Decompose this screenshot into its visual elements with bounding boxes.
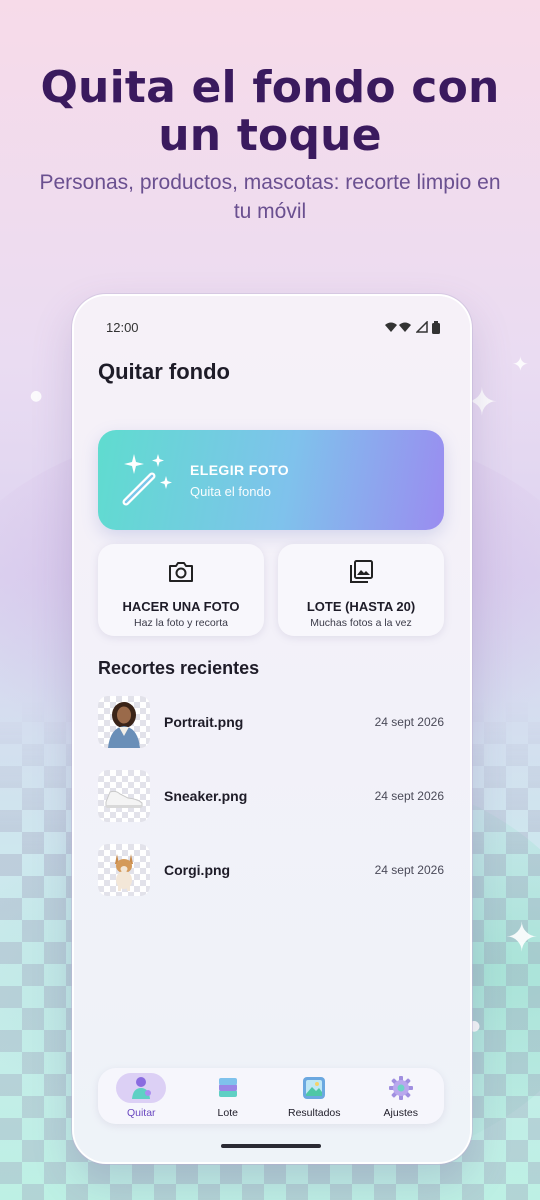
batch-sublabel: Muchas fotos a la vez	[310, 617, 412, 629]
gallery-icon	[303, 1077, 326, 1099]
app-title: Quitar fondo	[98, 359, 230, 384]
sneaker-thumbnail	[98, 770, 150, 822]
recent-item[interactable]: Sneaker.png 24 sept 2026	[98, 770, 444, 822]
camera-icon	[169, 562, 193, 582]
recent-item[interactable]: Portrait.png 24 sept 2026	[98, 696, 444, 748]
take-photo-button[interactable]: HACER UNA FOTO Haz la foto y recorta	[98, 544, 264, 636]
hero-title: Quita el fondo con un toque	[40, 62, 500, 161]
status-bar: 12:00	[106, 318, 440, 336]
nav-item-resultados[interactable]: Resultados	[274, 1073, 354, 1119]
signal-icon	[416, 321, 428, 333]
battery-icon	[432, 320, 440, 334]
take-photo-sublabel: Haz la foto y recorta	[134, 617, 228, 629]
phone-mockup: 12:00 Quitar fondo ELEGIR FOTO Quita el …	[72, 294, 472, 1164]
nav-label: Ajustes	[383, 1107, 418, 1119]
status-time: 12:00	[106, 319, 139, 335]
nav-item-lote[interactable]: Lote	[188, 1073, 268, 1119]
corgi-thumbnail	[98, 844, 150, 896]
bottom-nav: Quitar Lote Resultados Ajustes	[98, 1068, 444, 1124]
person-icon	[132, 1077, 152, 1099]
batch-label: LOTE (HASTA 20)	[306, 599, 416, 614]
photo-stack-icon	[350, 560, 373, 583]
nav-label: Resultados	[287, 1107, 341, 1119]
nav-label: Quitar	[126, 1107, 156, 1119]
nav-item-ajustes[interactable]: Ajustes	[361, 1073, 441, 1119]
gear-icon	[388, 1076, 413, 1100]
recent-item-date: 24 sept 2026	[374, 715, 444, 729]
layers-icon	[218, 1078, 237, 1097]
recent-title: Recortes recientes	[98, 658, 260, 678]
magic-wand-icon	[122, 454, 172, 506]
recent-list: Portrait.png 24 sept 2026 Sneaker.png 24…	[98, 696, 444, 918]
nav-item-quitar[interactable]: Quitar	[101, 1073, 181, 1119]
choose-photo-button[interactable]: ELEGIR FOTO Quita el fondo	[98, 430, 444, 530]
recent-item[interactable]: Corgi.png 24 sept 2026	[98, 844, 444, 896]
choose-photo-label: ELEGIR FOTO	[190, 461, 290, 478]
hero: Quita el fondo con un toque Personas, pr…	[0, 64, 540, 226]
recent-item-date: 24 sept 2026	[374, 789, 444, 803]
hero-subtitle: Personas, productos, mascotas: recorte l…	[39, 171, 501, 223]
recent-item-name: Portrait.png	[164, 714, 244, 730]
sparkle-icon: ✦	[505, 915, 539, 961]
take-photo-label: HACER UNA FOTO	[122, 599, 240, 614]
choose-photo-sublabel: Quita el fondo	[190, 483, 271, 499]
home-indicator[interactable]	[221, 1144, 321, 1148]
recent-item-name: Corgi.png	[164, 862, 231, 878]
batch-button[interactable]: LOTE (HASTA 20) Muchas fotos a la vez	[278, 544, 444, 636]
wifi-icon	[385, 322, 411, 332]
sparkle-icon: ✦	[512, 352, 529, 376]
nav-label: Lote	[217, 1107, 238, 1119]
person-thumbnail	[98, 696, 150, 748]
recent-item-name: Sneaker.png	[164, 788, 248, 804]
sparkle-icon: ●	[30, 388, 43, 404]
recent-item-date: 24 sept 2026	[374, 863, 444, 877]
